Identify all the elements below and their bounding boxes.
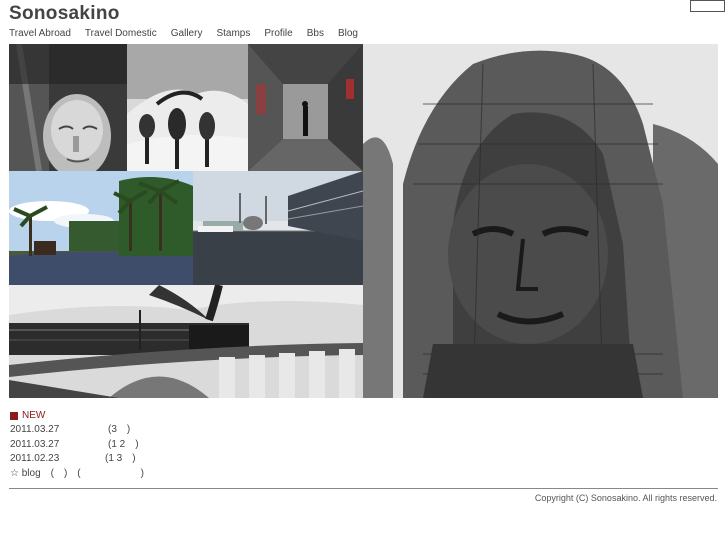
news-entry[interactable]: 2011.02.23 (1 3 ) bbox=[10, 452, 410, 467]
photo-desert-dunes[interactable] bbox=[127, 44, 248, 171]
square-bullet-icon bbox=[10, 411, 18, 420]
top-right-box[interactable] bbox=[690, 0, 725, 12]
news-heading-label: NEW bbox=[22, 410, 46, 421]
main-nav: Travel Abroad Travel Domestic Gallery St… bbox=[9, 28, 372, 42]
news-entry[interactable]: 2011.03.27 (1 2 ) bbox=[10, 438, 410, 453]
news-date: 2011.02.23 bbox=[10, 453, 60, 464]
photo-gallery bbox=[9, 44, 718, 398]
news-date: 2011.03.27 bbox=[10, 424, 60, 435]
photo-bayon-face[interactable] bbox=[363, 44, 718, 398]
nav-blog[interactable]: Blog bbox=[338, 28, 358, 42]
nav-stamps[interactable]: Stamps bbox=[216, 28, 250, 42]
nav-profile[interactable]: Profile bbox=[264, 28, 292, 42]
news-title[interactable] bbox=[80, 438, 108, 453]
photo-market-corridor[interactable] bbox=[248, 44, 363, 171]
nav-gallery[interactable]: Gallery bbox=[171, 28, 203, 42]
site-title[interactable]: Sonosakino bbox=[9, 3, 120, 25]
nav-bbs[interactable]: Bbs bbox=[307, 28, 324, 42]
news-count: (3 ) bbox=[108, 424, 131, 435]
news-section: NEW 2011.03.27 (3 ) 2011.03.27 (1 2 ) 20… bbox=[10, 408, 410, 481]
news-count: (1 2 ) bbox=[108, 438, 139, 450]
news-title[interactable] bbox=[80, 423, 108, 438]
nav-travel-abroad[interactable]: Travel Abroad bbox=[9, 28, 71, 42]
footer-divider bbox=[9, 488, 718, 489]
photo-steam-train[interactable] bbox=[9, 285, 363, 398]
news-heading: NEW bbox=[10, 408, 410, 423]
news-entry[interactable]: 2011.03.27 (3 ) bbox=[10, 423, 410, 438]
photo-buddha-head[interactable] bbox=[9, 44, 127, 171]
photo-tropical-palms[interactable] bbox=[9, 171, 193, 285]
news-count: (1 3 ) bbox=[105, 453, 136, 464]
nav-travel-domestic[interactable]: Travel Domestic bbox=[85, 28, 157, 42]
news-date: 2011.03.27 bbox=[10, 438, 60, 450]
photo-harbor-skyline[interactable] bbox=[193, 171, 363, 285]
copyright-text: Copyright (C) Sonosakino. All rights res… bbox=[534, 493, 717, 503]
news-title[interactable] bbox=[80, 452, 105, 467]
blog-link-line[interactable]: ☆ blog ( ) ( ) bbox=[10, 467, 410, 482]
